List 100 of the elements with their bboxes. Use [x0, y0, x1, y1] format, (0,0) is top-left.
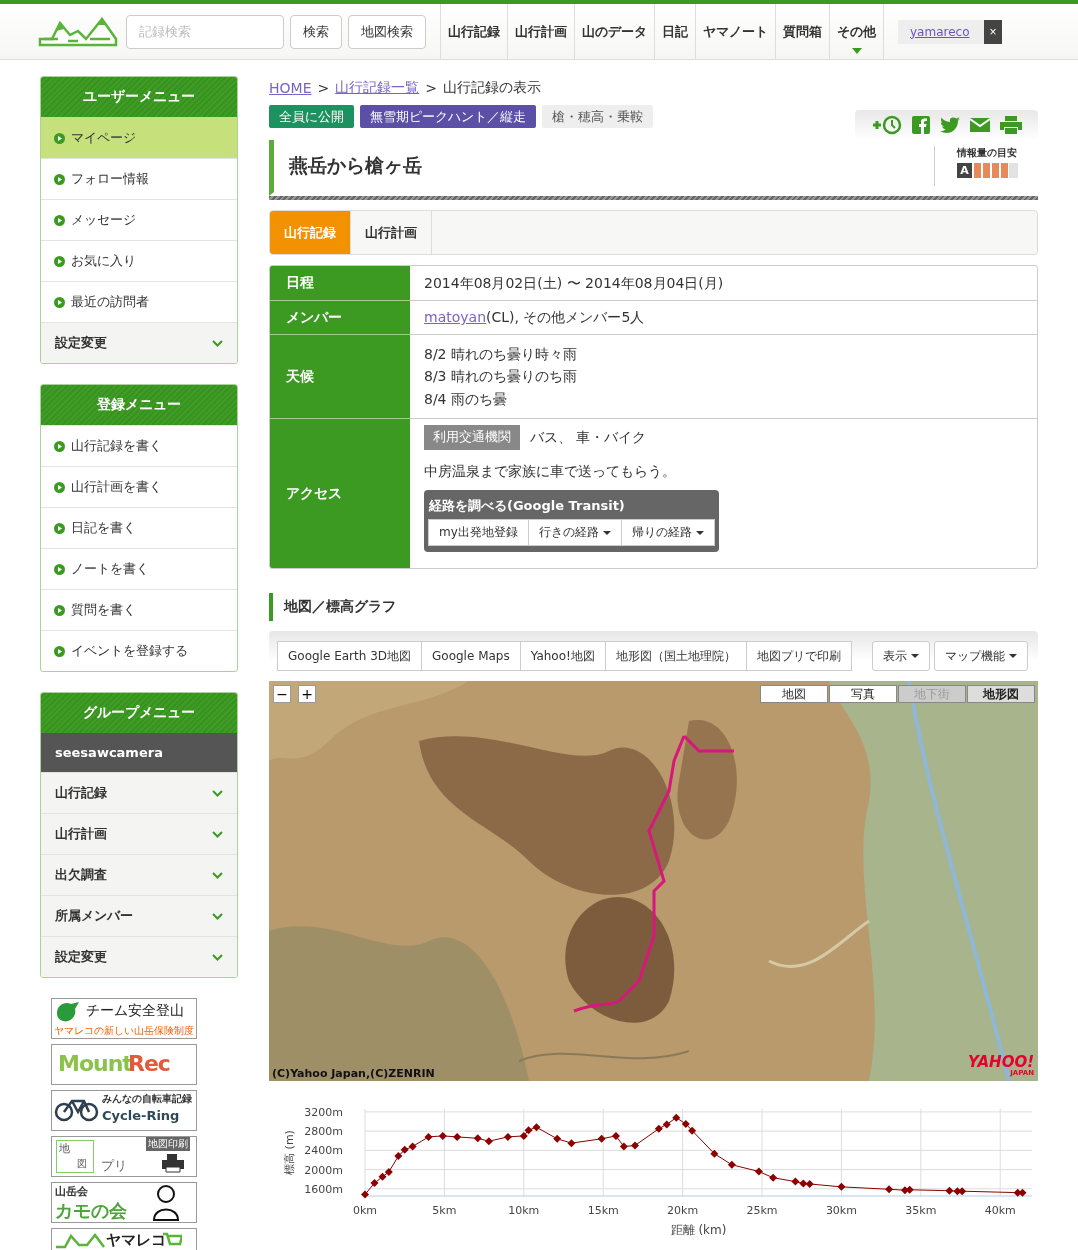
data-point [473, 1134, 482, 1143]
print-icon[interactable] [999, 116, 1022, 134]
menu-item[interactable]: マイページ [41, 117, 237, 158]
data-point [519, 1132, 528, 1141]
add-clock-icon[interactable] [871, 115, 902, 135]
table-cell-text: 2014年08月02日(土) 〜 2014年08月04日(月) [424, 273, 725, 293]
data-point [791, 1177, 800, 1186]
logo-icon[interactable] [38, 16, 118, 47]
arrow-circle-icon [54, 296, 65, 308]
map-layer-button[interactable]: 地図 [760, 685, 828, 704]
menu-item[interactable]: 設定変更 [41, 322, 237, 363]
menu-item[interactable]: フォロー情報 [41, 158, 237, 199]
tick-label: 0km [352, 1204, 378, 1218]
nav-item[interactable]: 山行計画 [508, 3, 575, 60]
menu-item[interactable]: 山行計画 [41, 813, 237, 854]
data-point [631, 1141, 639, 1150]
data-point [619, 1142, 628, 1151]
data-point [799, 1179, 808, 1188]
route-button[interactable]: 行きの経路 [527, 519, 622, 547]
data-point [958, 1187, 967, 1196]
access-note: 中房温泉まで家族に車で送ってもらう。 [424, 461, 677, 481]
tick-label: 3200m [304, 1106, 343, 1120]
menu-item[interactable]: 山行計画を書く [41, 466, 237, 507]
nav-item[interactable]: 質問箱 [776, 3, 830, 60]
nav-item[interactable]: その他 [830, 3, 884, 60]
menu-item[interactable]: 山行記録を書く [41, 425, 237, 466]
map-link-button[interactable]: Yahoo!地図 [519, 641, 606, 672]
route-button[interactable]: 帰りの経路 [620, 519, 715, 547]
banner-link[interactable]: みんなの自転車記録 Cycle-Ring [51, 1090, 197, 1131]
menu-item[interactable]: メッセージ [41, 199, 237, 240]
section-title: 地図／標高グラフ [269, 593, 1038, 622]
breadcrumb-link[interactable]: HOME [269, 80, 312, 96]
data-point [672, 1113, 681, 1122]
search-field[interactable]: 記録検索 [126, 14, 284, 49]
caret-icon [1009, 654, 1017, 659]
menu-item[interactable]: ノートを書く [41, 548, 237, 589]
arrow-circle-icon [54, 132, 65, 144]
tick-label: 2000m [304, 1163, 343, 1177]
tab[interactable]: 山行計画 [351, 211, 432, 254]
arrow-circle-icon [54, 255, 65, 267]
menu-item[interactable]: 設定変更 [41, 936, 237, 977]
banner-link[interactable]: 山岳会 カモの会 [51, 1182, 197, 1223]
nav-item[interactable]: 山行記録 [441, 3, 508, 60]
nav-item[interactable]: ヤマノート [696, 3, 776, 60]
menu-item[interactable]: イベントを登録する [41, 630, 237, 671]
map-link-button[interactable]: 地形図（国土地理院） [604, 641, 747, 672]
member-link[interactable]: matoyan [424, 309, 486, 326]
zoom-out-button[interactable]: − [273, 685, 291, 704]
zoom-in-button[interactable]: + [298, 685, 316, 704]
data-point [681, 1120, 690, 1129]
map-menu-button[interactable]: マップ機能 [934, 641, 1028, 672]
arrow-circle-icon [54, 214, 65, 226]
grade-badge: A [957, 163, 972, 178]
data-point [905, 1185, 914, 1194]
chevron-down-icon [212, 339, 223, 347]
tick-label: 25km [746, 1204, 778, 1218]
arrow-circle-icon [54, 173, 65, 185]
mail-icon[interactable] [969, 118, 990, 132]
user-link[interactable]: yamareco [898, 24, 984, 39]
data-point [394, 1152, 403, 1161]
axis-title: 距離 (km) [670, 1223, 727, 1238]
menu-item[interactable]: 山行記録 [41, 772, 237, 813]
facebook-icon[interactable] [911, 116, 930, 134]
header-button[interactable]: 地図検索 [348, 14, 426, 49]
banner-link[interactable]: 地 図 プリ 地図印刷 [51, 1136, 197, 1177]
banner-link[interactable]: チーム安全登山 ヤマレコの新しい山岳保険制度 [51, 998, 197, 1039]
menu-item[interactable]: 出欠調査 [41, 854, 237, 895]
data-point [1018, 1188, 1027, 1197]
chevron-down-icon [212, 953, 223, 961]
map-link-button[interactable]: Google Earth 3D地図 [277, 641, 422, 672]
data-point [754, 1167, 763, 1176]
data-point [769, 1173, 778, 1182]
menu-title: 登録メニュー [41, 385, 237, 425]
transport-tag: 利用交通機関 [424, 425, 520, 450]
menu-item[interactable]: お気に入り [41, 240, 237, 281]
header-button[interactable]: 検索 [290, 14, 342, 49]
menu-item[interactable]: 所属メンバー [41, 895, 237, 936]
map-layer-button[interactable]: 地形図 [967, 685, 1035, 704]
nav-item[interactable]: 日記 [655, 3, 696, 60]
map-layer-button[interactable]: 写真 [829, 685, 897, 704]
map-credit: (C)Yahoo Japan,(C)ZENRIN [272, 1067, 435, 1081]
map-link-button[interactable]: Google Maps [421, 641, 521, 672]
close-button[interactable]: × [984, 19, 1002, 44]
breadcrumb-link[interactable]: 山行記録一覧 [335, 79, 420, 97]
breadcrumb-current: 山行記録の表示 [442, 79, 541, 97]
arrow-circle-icon [54, 645, 65, 657]
twitter-icon[interactable] [939, 116, 960, 134]
route-button[interactable]: my出発地登録 [428, 519, 529, 547]
banner-link[interactable]: ヤマレコ [51, 1228, 197, 1250]
menu-title: グループメニュー [41, 693, 237, 733]
nav-item[interactable]: 山のデータ [575, 3, 655, 60]
caret-icon [602, 530, 611, 535]
map-menu-button[interactable]: 表示 [872, 641, 930, 672]
menu-item[interactable]: 質問を書く [41, 589, 237, 630]
axis-title: 標高 (m) [283, 1130, 296, 1176]
weather-line: 8/2 晴れのち曇り時々雨 [424, 345, 578, 364]
menu-item[interactable]: 日記を書く [41, 507, 237, 548]
map-link-button[interactable]: 地図プリで印刷 [745, 641, 852, 672]
banner-link[interactable]: MountRec [51, 1044, 197, 1085]
tick-label: 20km [667, 1204, 699, 1218]
